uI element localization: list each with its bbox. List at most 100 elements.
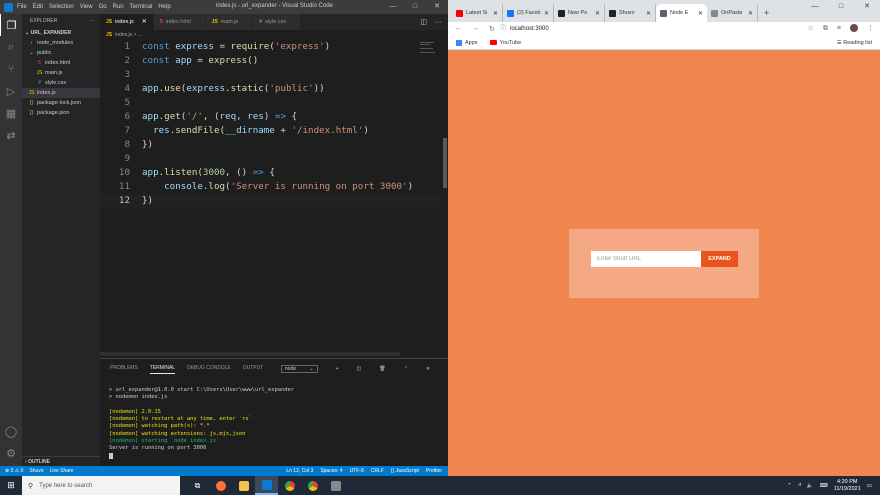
editor-scrollbar[interactable] [441, 40, 448, 356]
maximize-icon[interactable]: □ [404, 0, 426, 14]
file-tree-item[interactable]: › node_modules [22, 38, 100, 48]
browser-tab[interactable]: Latest Si ✕ [452, 4, 503, 22]
extensions-icon[interactable]: ▦ [0, 102, 22, 124]
browser-tab[interactable]: Node E ✕ [656, 4, 707, 22]
browser-tab[interactable]: (2) Faceb ✕ [503, 4, 554, 22]
short-url-input[interactable] [591, 251, 701, 267]
chrome-taskbar-icon-2[interactable] [301, 476, 324, 495]
account-icon[interactable]: ◯ [0, 420, 22, 442]
editor-tab-index-js[interactable]: JS index.js ✕ [100, 14, 154, 30]
bookmark-youtube[interactable]: YouTube [489, 40, 521, 46]
menu-item-help[interactable]: Help [158, 4, 170, 10]
notifications-icon[interactable]: ▭ [867, 483, 872, 489]
menu-item-view[interactable]: View [80, 4, 93, 10]
file-tree-item[interactable]: 5 index.html [22, 58, 100, 68]
browser-tab-close-icon[interactable]: ✕ [698, 10, 703, 17]
app-taskbar-icon[interactable] [324, 476, 347, 495]
profile-avatar[interactable] [850, 22, 858, 36]
file-tree-item[interactable]: JS index.js [22, 88, 100, 98]
menu-item-terminal[interactable]: Terminal [130, 4, 153, 10]
file-explorer-icon[interactable] [232, 476, 255, 495]
run-debug-icon[interactable]: ▷ [0, 80, 22, 102]
status-left-item[interactable]: ⊗ 0 ⚠ 0 [5, 468, 23, 474]
split-terminal-icon[interactable]: ◫ [357, 366, 362, 372]
windows-start-icon[interactable]: ⊞ [0, 476, 22, 495]
firefox-icon[interactable] [209, 476, 232, 495]
project-folder[interactable]: ⌄ URL_EXPANDER [22, 28, 100, 38]
chrome-close-icon[interactable]: ✕ [854, 0, 880, 14]
forward-icon[interactable]: → [472, 25, 479, 33]
vscode-taskbar-icon[interactable] [255, 476, 278, 495]
status-right-item[interactable]: Prettier [426, 468, 442, 474]
volume-icon[interactable]: 🔈 [807, 483, 814, 489]
status-left-item[interactable]: Shuvo [29, 468, 43, 474]
bookmark-star-icon[interactable]: ☆ [808, 22, 814, 36]
status-left-item[interactable]: Live Share [50, 468, 74, 474]
minimize-icon[interactable]: — [382, 0, 404, 14]
back-icon[interactable]: ← [455, 25, 462, 33]
tray-chevron-icon[interactable]: ⌃ [787, 483, 792, 489]
browser-tab[interactable]: Shuvo ✕ [605, 4, 656, 22]
menu-item-file[interactable]: File [17, 4, 27, 10]
file-tree-item[interactable]: {} package-lock.json [22, 98, 100, 108]
code-editor[interactable]: 1 const express = require('express') 2 cons… [100, 40, 448, 356]
browser-tab-close-icon[interactable]: ✕ [595, 10, 600, 17]
chrome-maximize-icon[interactable]: □ [828, 0, 854, 14]
chrome-menu-icon[interactable]: ⋮ [867, 22, 874, 36]
minimap[interactable] [420, 42, 440, 54]
source-control-icon[interactable]: ⑂ [0, 58, 22, 80]
more-actions-icon[interactable]: ··· [89, 14, 94, 28]
status-right-item[interactable]: {} JavaScript [391, 468, 419, 474]
outline-section[interactable]: › OUTLINE [22, 456, 100, 466]
new-tab-button[interactable]: + [758, 8, 775, 22]
search-icon[interactable]: ⌕ [0, 36, 22, 58]
task-view-icon[interactable]: ⧉ [186, 476, 209, 495]
address-bar[interactable]: ⓘ localhost:3000 [500, 22, 549, 36]
panel-tab-output[interactable]: OUTPUT [243, 365, 264, 374]
explorer-icon[interactable]: ❐ [0, 14, 22, 36]
terminal-output[interactable]: > url_expander@1.0.0 start C:\Users\User… [100, 379, 448, 462]
close-panel-icon[interactable]: ✕ [426, 366, 430, 372]
panel-tab-terminal[interactable]: TERMINAL [149, 365, 176, 374]
browser-tab-close-icon[interactable]: ✕ [748, 10, 753, 17]
info-icon[interactable]: ⓘ [500, 26, 506, 32]
taskbar-search[interactable]: ⚲ Type here to search [22, 476, 180, 495]
network-icon[interactable]: ⩘ [798, 482, 801, 489]
browser-tab-close-icon[interactable]: ✕ [646, 10, 651, 17]
status-right-item[interactable]: Ln 12, Col 3 [286, 468, 313, 474]
browser-tab[interactable]: New Po ✕ [554, 4, 605, 22]
editor-tab-main-js[interactable]: JS main.js [205, 14, 254, 30]
expand-button[interactable]: EXPAND [701, 251, 738, 267]
new-terminal-icon[interactable]: + [336, 366, 339, 372]
panel-tab-problems[interactable]: PROBLEMS [110, 365, 138, 374]
status-right-item[interactable]: CRLF [371, 468, 384, 474]
reload-icon[interactable]: ↻ [489, 25, 495, 33]
menu-item-edit[interactable]: Edit [33, 4, 43, 10]
file-tree-item[interactable]: {} package.json [22, 108, 100, 118]
menu-item-run[interactable]: Run [113, 4, 124, 10]
live-share-icon[interactable]: ⇄ [0, 124, 22, 146]
browser-tab-close-icon[interactable]: ✕ [544, 10, 549, 17]
settings-gear-icon[interactable]: ⚙ [0, 442, 22, 464]
language-icon[interactable]: ⌨ [820, 483, 828, 489]
tab-close-icon[interactable]: ✕ [142, 14, 147, 30]
more-icon[interactable]: ··· [435, 19, 442, 26]
chrome-taskbar-icon[interactable] [278, 476, 301, 495]
chrome-minimize-icon[interactable]: — [802, 0, 828, 14]
status-right-item[interactable]: Spaces: 4 [320, 468, 342, 474]
editor-tab-index-html[interactable]: 5 index.html [153, 14, 206, 30]
reading-list[interactable]: ☰ Reading list [837, 40, 880, 46]
bookmark-apps[interactable]: Apps [456, 39, 478, 46]
menu-item-go[interactable]: Go [99, 4, 107, 10]
editor-horizontal-scrollbar[interactable] [100, 352, 400, 356]
media-icon[interactable]: ≡ [837, 22, 841, 36]
extensions-puzzle-icon[interactable]: ⧉ [823, 22, 828, 36]
file-tree-item[interactable]: # style.css [22, 78, 100, 88]
status-right-item[interactable]: UTF-8 [350, 468, 364, 474]
terminal-select[interactable]: node ⌄ [280, 365, 318, 373]
maximize-panel-icon[interactable]: ⌃ [404, 366, 408, 372]
menu-item-selection[interactable]: Selection [49, 4, 74, 10]
file-tree-item[interactable]: JS main.js [22, 68, 100, 78]
file-tree-item[interactable]: ⌄ public [22, 48, 100, 58]
close-icon[interactable]: ✕ [426, 0, 448, 14]
